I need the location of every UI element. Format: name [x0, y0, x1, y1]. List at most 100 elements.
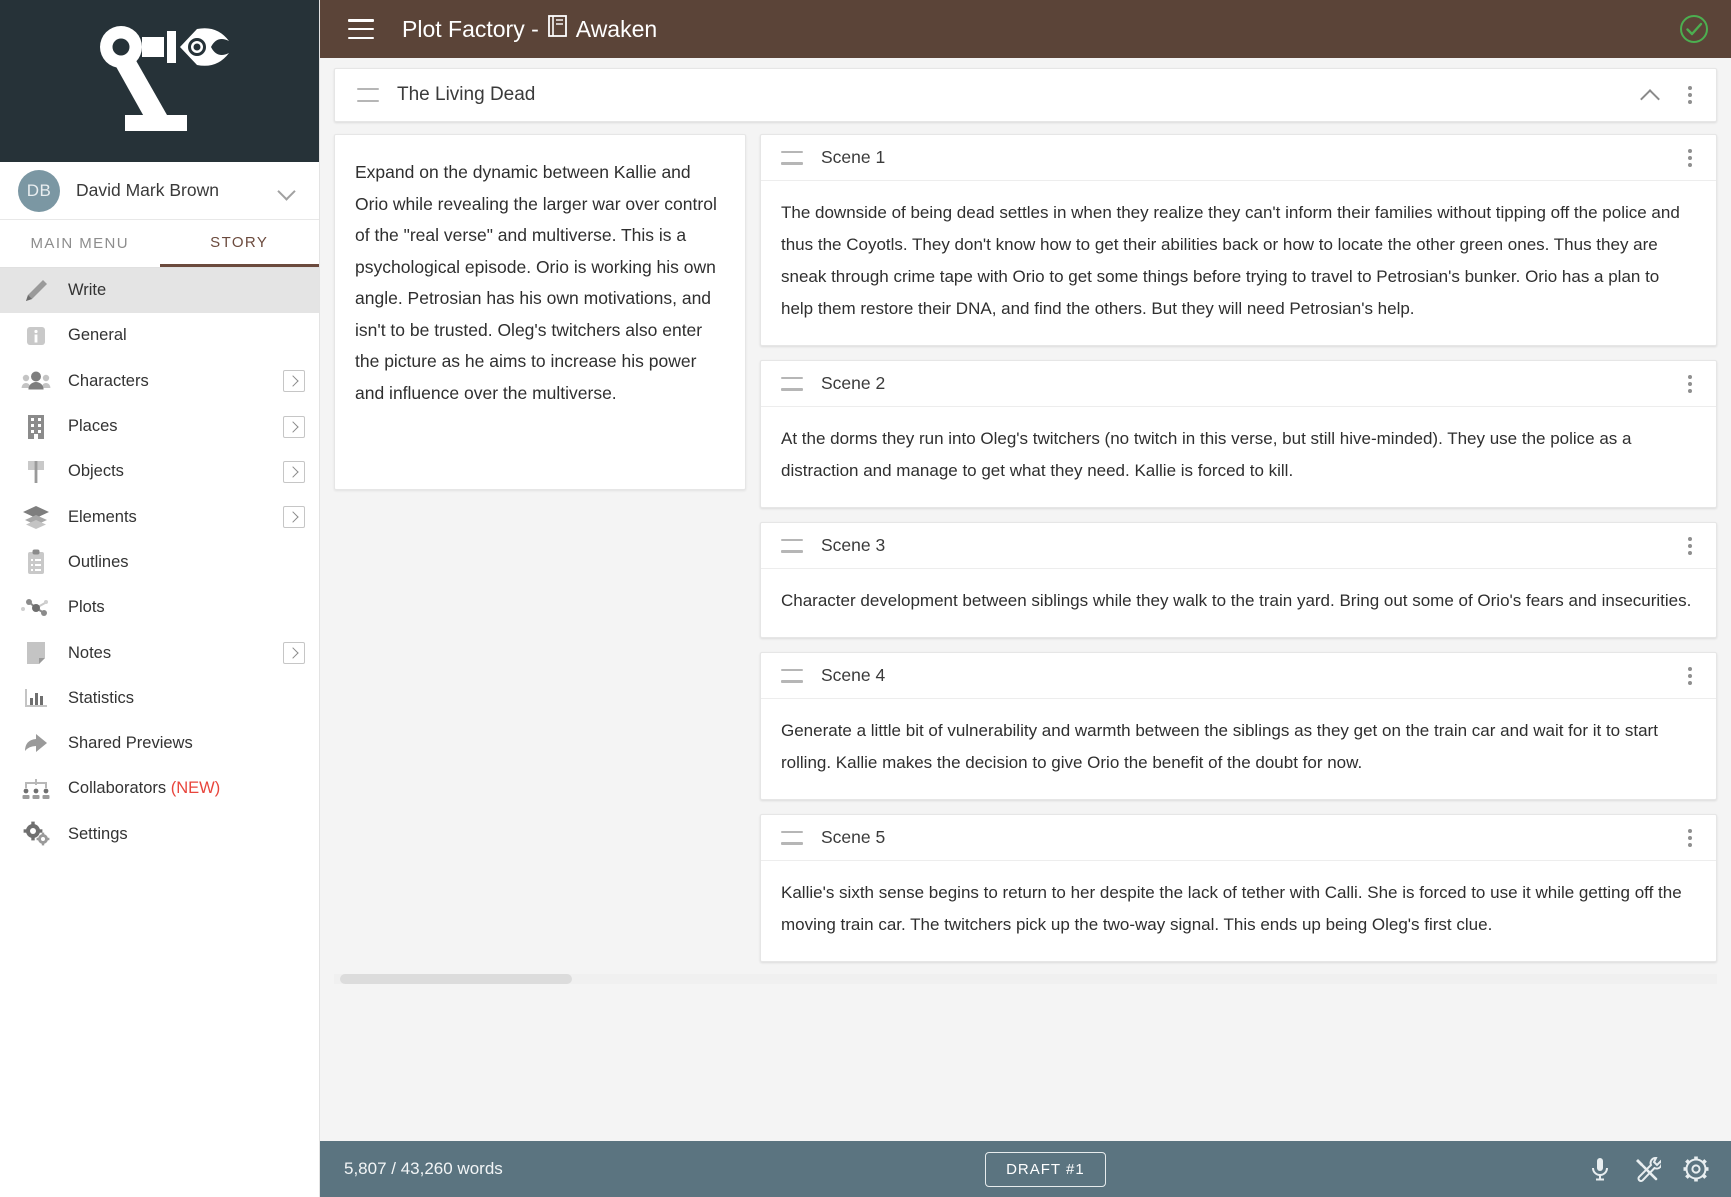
- scene-header[interactable]: Scene 1: [761, 135, 1716, 181]
- chevron-right-icon[interactable]: [283, 370, 305, 392]
- chevron-up-icon[interactable]: [1638, 83, 1662, 107]
- drag-handle-icon[interactable]: [781, 831, 803, 845]
- synopsis-text: Expand on the dynamic between Kallie and…: [355, 157, 725, 409]
- sidebar-item-places[interactable]: Places: [0, 404, 319, 449]
- story-title: Awaken: [576, 16, 657, 43]
- collaborators-label: Collaborators: [68, 779, 166, 797]
- sign-icon: [18, 457, 54, 487]
- clipboard-icon: [18, 547, 54, 577]
- scene-card[interactable]: Scene 4 Generate a little bit of vulnera…: [760, 652, 1717, 800]
- kebab-menu-icon[interactable]: [1680, 827, 1700, 849]
- page-title: Plot Factory - Awaken: [402, 15, 657, 43]
- sidebar-item-shared-previews[interactable]: Shared Previews: [0, 721, 319, 766]
- people-icon: [18, 366, 54, 396]
- microphone-icon[interactable]: [1588, 1156, 1612, 1182]
- scene-body[interactable]: Kallie's sixth sense begins to return to…: [761, 861, 1716, 961]
- scene-header[interactable]: Scene 5: [761, 815, 1716, 861]
- chevron-right-icon[interactable]: [283, 642, 305, 664]
- new-badge: (NEW): [171, 779, 220, 797]
- drag-handle-icon[interactable]: [781, 539, 803, 553]
- kebab-menu-icon[interactable]: [1680, 535, 1700, 557]
- sidebar-item-label: Places: [68, 417, 283, 436]
- sidebar-item-label: Elements: [68, 508, 283, 527]
- sidebar-item-notes[interactable]: Notes: [0, 630, 319, 675]
- sidebar-item-write[interactable]: Write: [0, 268, 319, 313]
- sidebar-item-label: Collaborators (NEW): [68, 779, 305, 798]
- drag-handle-icon[interactable]: [781, 669, 803, 683]
- chapter-synopsis-panel[interactable]: Expand on the dynamic between Kallie and…: [334, 134, 746, 490]
- sidebar-item-label: Write: [68, 281, 305, 300]
- chapter-title: The Living Dead: [397, 84, 1638, 106]
- horizontal-scrollbar[interactable]: [334, 970, 1717, 988]
- check-circle-icon[interactable]: [1679, 14, 1709, 44]
- scene-text: Character development between siblings w…: [781, 585, 1696, 617]
- gears-icon: [18, 819, 54, 849]
- share-arrow-icon: [18, 729, 54, 759]
- scene-body[interactable]: The downside of being dead settles in wh…: [761, 181, 1716, 345]
- sidebar-item-settings[interactable]: Settings: [0, 812, 319, 857]
- collaborators-icon: [18, 774, 54, 804]
- chevron-right-icon[interactable]: [283, 416, 305, 438]
- status-bar-icons: [1588, 1156, 1709, 1182]
- sidebar-item-objects[interactable]: Objects: [0, 449, 319, 494]
- tab-story[interactable]: STORY: [160, 220, 320, 267]
- scene-card[interactable]: Scene 5 Kallie's sixth sense begins to r…: [760, 814, 1717, 962]
- scene-title: Scene 1: [821, 147, 1680, 168]
- drag-handle-icon[interactable]: [781, 377, 803, 391]
- drag-handle-icon[interactable]: [781, 151, 803, 165]
- user-account-row[interactable]: DB David Mark Brown: [0, 162, 319, 220]
- sidebar-item-outlines[interactable]: Outlines: [0, 540, 319, 585]
- pencil-icon: [18, 276, 54, 306]
- scene-card[interactable]: Scene 3 Character development between si…: [760, 522, 1717, 638]
- drag-handle-icon[interactable]: [357, 88, 379, 102]
- tools-icon[interactable]: [1634, 1156, 1661, 1182]
- sidebar-item-collaborators[interactable]: Collaborators (NEW): [0, 766, 319, 811]
- sidebar-item-statistics[interactable]: Statistics: [0, 676, 319, 721]
- scene-body[interactable]: Character development between siblings w…: [761, 569, 1716, 637]
- scene-title: Scene 3: [821, 535, 1680, 556]
- scene-card[interactable]: Scene 2 At the dorms they run into Oleg'…: [760, 360, 1717, 508]
- top-bar: Plot Factory - Awaken: [320, 0, 1731, 58]
- kebab-menu-icon[interactable]: [1680, 665, 1700, 687]
- avatar: DB: [18, 170, 60, 212]
- user-name: David Mark Brown: [76, 180, 277, 201]
- sidebar: DB David Mark Brown MAIN MENU STORY Writ…: [0, 0, 320, 1197]
- scene-card[interactable]: Scene 1 The downside of being dead settl…: [760, 134, 1717, 346]
- chevron-down-icon[interactable]: [277, 181, 297, 201]
- status-bar-center: DRAFT #1: [503, 1152, 1588, 1187]
- sidebar-item-characters[interactable]: Characters: [0, 359, 319, 404]
- tab-main-menu[interactable]: MAIN MENU: [0, 220, 160, 267]
- chevron-right-icon[interactable]: [283, 461, 305, 483]
- sidebar-item-plots[interactable]: Plots: [0, 585, 319, 630]
- chevron-right-icon[interactable]: [283, 506, 305, 528]
- app-root: DB David Mark Brown MAIN MENU STORY Writ…: [0, 0, 1731, 1197]
- scene-header[interactable]: Scene 3: [761, 523, 1716, 569]
- kebab-menu-icon[interactable]: [1680, 147, 1700, 169]
- scene-body[interactable]: Generate a little bit of vulnerability a…: [761, 699, 1716, 799]
- scene-text: The downside of being dead settles in wh…: [781, 197, 1696, 325]
- main-area: Plot Factory - Awaken The Living Dead: [320, 0, 1731, 1197]
- gear-icon[interactable]: [1683, 1156, 1709, 1182]
- sidebar-item-elements[interactable]: Elements: [0, 494, 319, 539]
- scene-text: Kallie's sixth sense begins to return to…: [781, 877, 1696, 941]
- scene-header[interactable]: Scene 4: [761, 653, 1716, 699]
- scene-title: Scene 4: [821, 665, 1680, 686]
- kebab-menu-icon[interactable]: [1680, 84, 1700, 106]
- content-area: The Living Dead Expand on the dynamic be…: [320, 58, 1731, 1141]
- hamburger-icon[interactable]: [348, 19, 374, 39]
- scrollbar-thumb[interactable]: [340, 974, 572, 984]
- note-icon: [18, 638, 54, 668]
- sidebar-item-general[interactable]: General: [0, 313, 319, 358]
- sidebar-item-label: Notes: [68, 644, 283, 663]
- app-logo[interactable]: [0, 0, 319, 162]
- scene-body[interactable]: At the dorms they run into Oleg's twitch…: [761, 407, 1716, 507]
- sidebar-item-label: Outlines: [68, 553, 305, 572]
- draft-button[interactable]: DRAFT #1: [985, 1152, 1106, 1187]
- chapter-columns: Expand on the dynamic between Kallie and…: [334, 134, 1717, 962]
- status-bar: 5,807 / 43,260 words DRAFT #1: [320, 1141, 1731, 1197]
- chapter-header[interactable]: The Living Dead: [334, 68, 1717, 122]
- sidebar-item-label: Statistics: [68, 689, 305, 708]
- book-icon: [548, 15, 567, 43]
- scene-header[interactable]: Scene 2: [761, 361, 1716, 407]
- kebab-menu-icon[interactable]: [1680, 373, 1700, 395]
